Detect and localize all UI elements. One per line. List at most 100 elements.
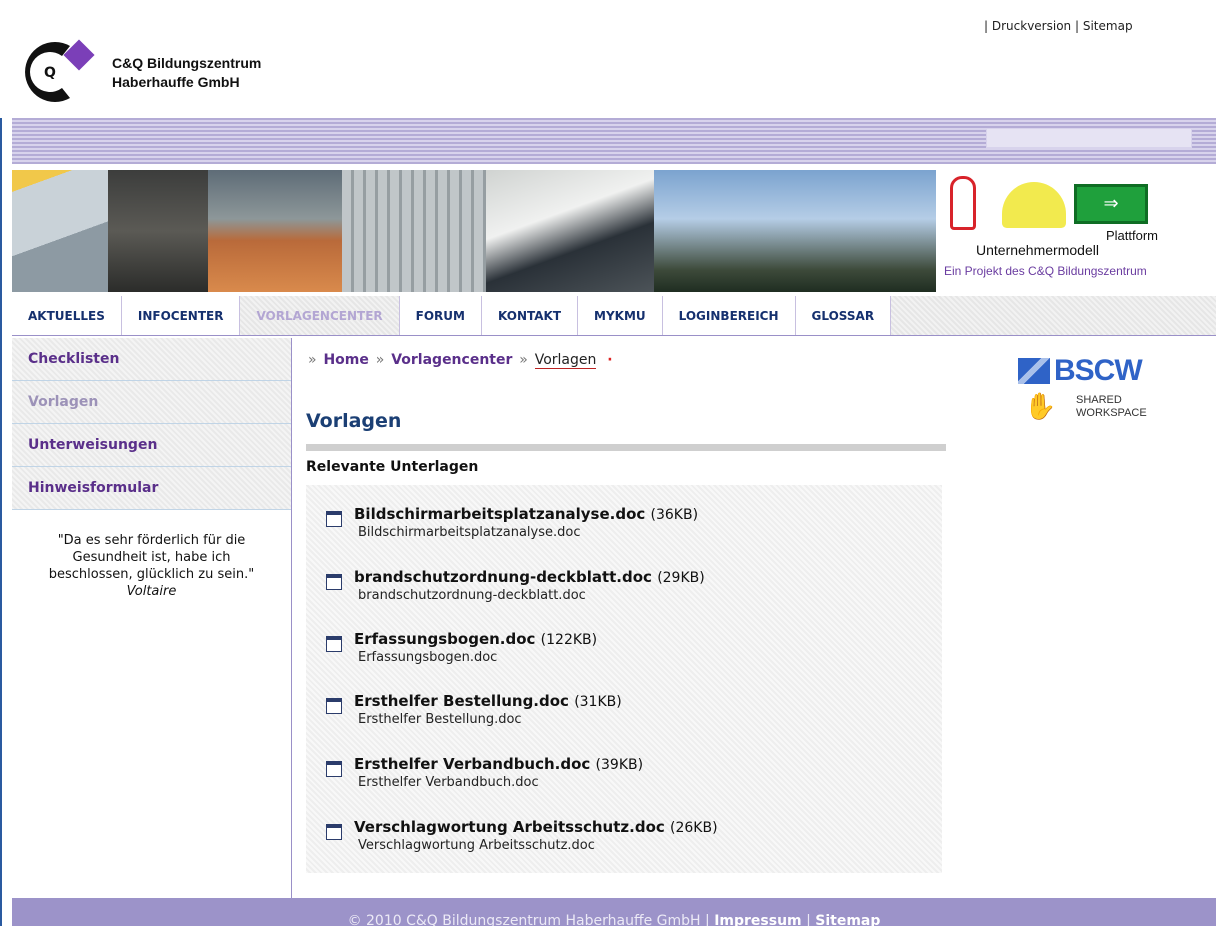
- exit-sign-icon: ⇒: [1074, 184, 1148, 224]
- druckversion-link[interactable]: Druckversion: [992, 19, 1071, 33]
- document-icon: [326, 824, 342, 840]
- sidebar-item-hinweisformular[interactable]: Hinweisformular: [12, 467, 291, 510]
- file-size: (26KB): [670, 820, 718, 836]
- file-list: Bildschirmarbeitsplatzanalyse.doc (36KB)…: [306, 485, 942, 873]
- file-link[interactable]: Ersthelfer Bestellung.doc (31KB): [354, 692, 622, 710]
- breadcrumb-separator: »: [308, 352, 317, 368]
- platform-logo: ⇒ Plattform Unternehmermodell Ein Projek…: [936, 170, 1216, 292]
- cq-logo-icon[interactable]: Q: [22, 36, 122, 108]
- file-link[interactable]: Verschlagwortung Arbeitsschutz.doc (26KB…: [354, 818, 718, 836]
- file-description: Ersthelfer Bestellung.doc: [358, 712, 522, 727]
- main-content: » Home » Vorlagencenter » Vorlagen · Vor…: [306, 338, 966, 873]
- copyright: © 2010 C&Q Bildungszentrum Haberhauffe G…: [347, 913, 701, 926]
- file-size: (29KB): [657, 570, 705, 586]
- top-links: | Druckversion | Sitemap: [984, 19, 1133, 33]
- breadcrumb-dot: ·: [607, 352, 613, 368]
- file-link[interactable]: Ersthelfer Verbandbuch.doc (39KB): [354, 755, 643, 773]
- breadcrumb-current: Vorlagen: [534, 352, 597, 369]
- file-name[interactable]: Ersthelfer Verbandbuch.doc: [354, 755, 590, 773]
- bscw-mark-icon: [1018, 358, 1050, 384]
- document-icon: [326, 511, 342, 527]
- page-title: Vorlagen: [306, 410, 402, 432]
- footer-separator: |: [806, 913, 811, 926]
- banner-photo-computer: [486, 170, 654, 292]
- breadcrumb-separator: »: [375, 352, 385, 368]
- sidebar: Checklisten Vorlagen Unterweisungen Hinw…: [12, 338, 292, 898]
- footer: © 2010 C&Q Bildungszentrum Haberhauffe G…: [12, 898, 1216, 926]
- platform-name: Unternehmermodell: [976, 242, 1099, 258]
- breadcrumb-vorlagencenter[interactable]: Vorlagencenter: [391, 352, 512, 368]
- file-size: (31KB): [574, 694, 622, 710]
- sidebar-quote: "Da es sehr förderlich für die Gesundhei…: [12, 532, 291, 600]
- fire-extinguisher-icon: [950, 176, 976, 230]
- tab-loginbereich[interactable]: LOGINBEREICH: [662, 296, 796, 335]
- project-label: Ein Projekt des C&Q Bildungszentrum: [944, 264, 1147, 278]
- sidebar-item-vorlagen[interactable]: Vorlagen: [12, 381, 291, 424]
- hardhat-icon: [1002, 182, 1066, 228]
- breadcrumb-home[interactable]: Home: [323, 352, 368, 368]
- tab-kontakt[interactable]: KONTAKT: [481, 296, 579, 335]
- file-name[interactable]: Bildschirmarbeitsplatzanalyse.doc: [354, 505, 645, 523]
- section-heading: Relevante Unterlagen: [306, 459, 479, 475]
- handshake-icon: ✋: [1024, 392, 1057, 422]
- document-icon: [326, 636, 342, 652]
- bscw-sub-line: SHARED: [1076, 394, 1122, 406]
- sidebar-item-checklisten[interactable]: Checklisten: [12, 338, 291, 381]
- bscw-subtitle: SHARED WORKSPACE: [1076, 394, 1147, 420]
- file-description: Ersthelfer Verbandbuch.doc: [358, 775, 539, 790]
- quote-line: beschlossen, glücklich zu sein.": [48, 567, 255, 582]
- toplink-separator: |: [984, 19, 989, 33]
- file-link[interactable]: brandschutzordnung-deckblatt.doc (29KB): [354, 568, 705, 586]
- file-description: brandschutzordnung-deckblatt.doc: [358, 588, 586, 603]
- tab-infocenter[interactable]: INFOCENTER: [121, 296, 241, 335]
- tab-aktuelles[interactable]: AKTUELLES: [12, 296, 122, 335]
- search-input[interactable]: [986, 128, 1192, 148]
- file-link[interactable]: Erfassungsbogen.doc (122KB): [354, 630, 597, 648]
- banner-photo-building: [342, 170, 486, 292]
- tab-forum[interactable]: FORUM: [399, 296, 482, 335]
- tab-vorlagencenter[interactable]: VORLAGENCENTER: [240, 296, 400, 335]
- divider: [306, 444, 946, 451]
- file-name[interactable]: Erfassungsbogen.doc: [354, 630, 535, 648]
- brand-line-1: C&Q Bildungszentrum: [112, 55, 262, 71]
- file-size: (36KB): [650, 507, 699, 523]
- file-description: Bildschirmarbeitsplatzanalyse.doc: [358, 525, 581, 540]
- banner-photo-office: [208, 170, 342, 292]
- sidebar-item-unterweisungen[interactable]: Unterweisungen: [12, 424, 291, 467]
- document-icon: [326, 574, 342, 590]
- file-description: Erfassungsbogen.doc: [358, 650, 498, 665]
- file-link[interactable]: Bildschirmarbeitsplatzanalyse.doc (36KB): [354, 505, 698, 523]
- tab-mykmu[interactable]: MYKMU: [578, 296, 663, 335]
- toplink-separator: |: [1074, 19, 1080, 33]
- banner-photo-construction: [654, 170, 936, 292]
- impressum-link[interactable]: Impressum: [714, 913, 801, 926]
- footer-separator: |: [705, 913, 710, 926]
- document-icon: [326, 698, 342, 714]
- bscw-sub-line: WORKSPACE: [1076, 407, 1147, 419]
- banner: ⇒ Plattform Unternehmermodell Ein Projek…: [12, 170, 1216, 292]
- bscw-logo[interactable]: BSCW ✋ SHARED WORKSPACE: [1010, 354, 1170, 434]
- file-name[interactable]: Verschlagwortung Arbeitsschutz.doc: [354, 818, 665, 836]
- banner-photo-worker: [12, 170, 108, 292]
- breadcrumb: » Home » Vorlagencenter » Vorlagen ·: [306, 352, 966, 369]
- document-icon: [326, 761, 342, 777]
- banner-photo-welder: [108, 170, 208, 292]
- tab-glossar[interactable]: GLOSSAR: [795, 296, 892, 335]
- quote-line: Gesundheit ist, habe ich: [72, 550, 231, 565]
- bscw-wordmark: BSCW: [1054, 354, 1143, 387]
- breadcrumb-separator: »: [519, 352, 528, 368]
- platform-label: Plattform: [1106, 228, 1159, 243]
- quote-author: Voltaire: [126, 584, 177, 599]
- quote-line: "Da es sehr förderlich für die: [57, 533, 246, 548]
- file-size: (122KB): [540, 632, 598, 648]
- file-size: (39KB): [595, 757, 644, 773]
- brand-line-2: Haberhauffe GmbH: [112, 74, 240, 90]
- sitemap-link[interactable]: Sitemap: [1083, 19, 1133, 33]
- file-name[interactable]: Ersthelfer Bestellung.doc: [354, 692, 569, 710]
- site-header: Q C&Q Bildungszentrum Haberhauffe GmbH |…: [0, 0, 1216, 118]
- file-name[interactable]: brandschutzordnung-deckblatt.doc: [354, 568, 652, 586]
- brand-name[interactable]: C&Q Bildungszentrum Haberhauffe GmbH: [112, 54, 261, 92]
- footer-sitemap-link[interactable]: Sitemap: [815, 913, 880, 926]
- main-nav: AKTUELLES INFOCENTER VORLAGENCENTER FORU…: [12, 296, 1216, 336]
- file-description: Verschlagwortung Arbeitsschutz.doc: [358, 838, 595, 853]
